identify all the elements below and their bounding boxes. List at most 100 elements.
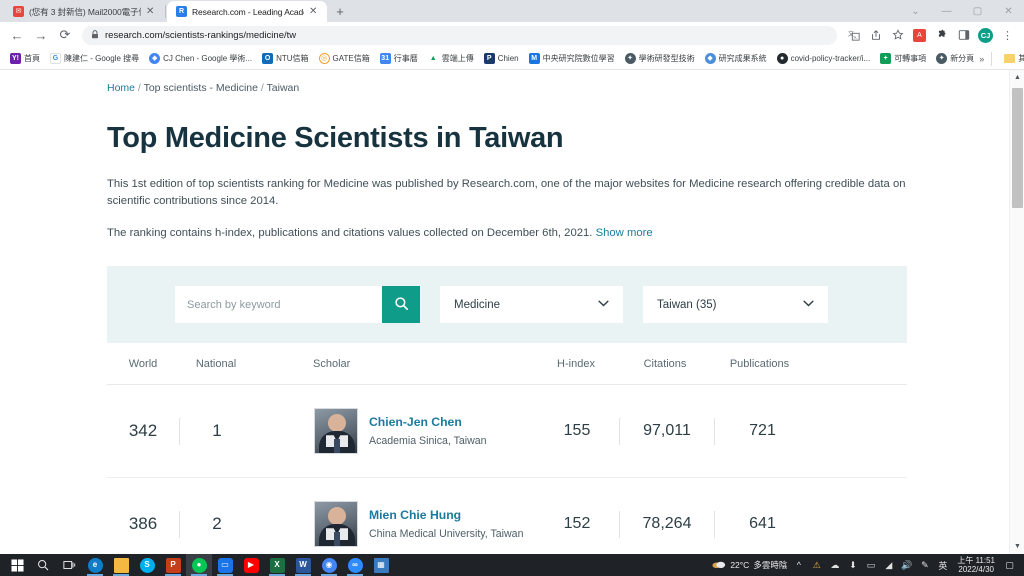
bookmark-item[interactable]: +可轉事項 xyxy=(875,50,931,68)
usb-icon[interactable]: ▭ xyxy=(864,558,877,573)
filter-bar: Medicine Taiwan (35) xyxy=(107,266,907,343)
windows-start-icon[interactable] xyxy=(4,554,30,576)
browser-tab-research[interactable]: R Research.com - Leading Academic R... ✕ xyxy=(167,1,327,22)
tab-strip: ✉ (您有 3 封新信) Mail2000電子信箱---c... ✕ R Res… xyxy=(0,0,1024,22)
column-header-national[interactable]: National xyxy=(179,358,253,370)
breadcrumb-separator: / xyxy=(258,82,267,94)
taskbar-app-zoom[interactable]: ∞ xyxy=(342,554,368,576)
chrome-menu-icon[interactable]: ⋮ xyxy=(997,25,1018,46)
bookmark-label: 學術研發型技術 xyxy=(639,53,695,64)
minimize-button[interactable]: — xyxy=(931,0,962,22)
globe-icon: ✦ xyxy=(625,53,636,64)
back-icon[interactable]: ← xyxy=(6,24,28,46)
new-tab-button[interactable]: + xyxy=(327,1,353,22)
bookmark-item[interactable]: Y!首頁 xyxy=(5,50,45,68)
table-row[interactable]: 342 1 Chien-Jen Chen Academia Sinica, Ta… xyxy=(107,385,907,478)
bookmark-item[interactable]: ●covid-policy-tracker/i... xyxy=(772,50,876,68)
taskbar-app-edge[interactable]: e xyxy=(82,554,108,576)
forward-icon[interactable]: → xyxy=(30,24,52,46)
page-title: Top Medicine Scientists in Taiwan xyxy=(107,121,927,156)
bookmark-item[interactable]: ◎GATE信箱 xyxy=(314,50,375,68)
column-header-publications[interactable]: Publications xyxy=(712,358,807,370)
taskbar-app-webex[interactable]: ▭ xyxy=(212,554,238,576)
taskbar-app-skype[interactable]: S xyxy=(134,554,160,576)
reload-icon[interactable]: ⟳ xyxy=(54,24,76,46)
tray-expand-icon[interactable]: ^ xyxy=(792,558,805,573)
bookmark-label: 研究成果系統 xyxy=(719,53,767,64)
share-icon[interactable] xyxy=(865,25,886,46)
scholar-name-link[interactable]: Chien-Jen Chen xyxy=(369,415,487,431)
settings-icon[interactable]: ✎ xyxy=(918,558,931,573)
chevron-down-icon[interactable]: ⌄ xyxy=(900,0,931,22)
taskbar-app-youtube[interactable]: ▶ xyxy=(238,554,264,576)
bookmark-item[interactable]: ✦學術研發型技術 xyxy=(620,50,700,68)
taskbar-clock[interactable]: 上午 11:51 2022/4/30 xyxy=(957,556,995,575)
notification-icon[interactable]: ▢ xyxy=(1003,558,1016,573)
breadcrumb-home-link[interactable]: Home xyxy=(107,82,135,94)
bookmark-item[interactable]: ◆CJ Chen - Google 學術... xyxy=(144,50,257,68)
taskbar-app-powerpoint[interactable]: P xyxy=(160,554,186,576)
avatar[interactable]: CJ xyxy=(975,25,996,46)
column-header-scholar[interactable]: Scholar xyxy=(253,358,534,370)
scholar-name-link[interactable]: Mien Chie Hung xyxy=(369,508,523,524)
ime-icon[interactable]: 英 xyxy=(936,558,949,573)
bookmark-label: 首頁 xyxy=(24,53,40,64)
scholar-affiliation: China Medical University, Taiwan xyxy=(369,528,523,540)
other-bookmarks-folder[interactable]: 其它書籤 xyxy=(999,50,1024,68)
maximize-button[interactable]: ▢ xyxy=(962,0,993,22)
pdf-extension-icon[interactable]: A xyxy=(909,25,930,46)
translate-icon[interactable]: 文A xyxy=(843,25,864,46)
bookmarks-bar: Y!首頁 G陳建仁 - Google 搜尋 ◆CJ Chen - Google … xyxy=(0,48,1024,70)
address-bar[interactable]: research.com/scientists-rankings/medicin… xyxy=(82,26,837,45)
search-button[interactable] xyxy=(382,286,420,323)
taskbar-app-word[interactable]: W xyxy=(290,554,316,576)
sidepanel-icon[interactable] xyxy=(953,25,974,46)
bookmark-item[interactable]: M中央研究院數位學習 xyxy=(524,50,620,68)
extensions-puzzle-icon[interactable] xyxy=(931,25,952,46)
bookmark-item[interactable]: PChien xyxy=(479,50,524,68)
taskbar-app-photos[interactable]: ▦ xyxy=(368,554,394,576)
bookmark-item[interactable]: 31行事曆 xyxy=(375,50,423,68)
volume-icon[interactable]: 🔊 xyxy=(900,558,913,573)
task-view-icon[interactable] xyxy=(56,554,82,576)
taskbar-app-chrome[interactable]: ◉ xyxy=(316,554,342,576)
network-icon[interactable]: ◢ xyxy=(882,558,895,573)
web-page: Home / Top scientists - Medicine / Taiwa… xyxy=(0,70,1009,554)
scroll-up-icon[interactable]: ▲ xyxy=(1010,70,1024,85)
citations-value: 78,264 xyxy=(620,515,714,533)
column-header-hindex[interactable]: H-index xyxy=(534,358,618,370)
discipline-select[interactable]: Medicine xyxy=(440,286,623,323)
page-scrollbar[interactable]: ▲ ▼ xyxy=(1009,70,1024,554)
overflow-chevron-icon[interactable]: » xyxy=(979,54,984,64)
taskbar-app-line[interactable]: ● xyxy=(186,554,212,576)
bookmark-item[interactable]: G陳建仁 - Google 搜尋 xyxy=(45,50,144,68)
bookmark-item[interactable]: ONTU信箱 xyxy=(257,50,313,68)
bookmark-label: 其它書籤 xyxy=(1018,53,1024,64)
close-icon[interactable]: ✕ xyxy=(309,7,320,17)
bookmark-label: GATE信箱 xyxy=(333,53,370,64)
bookmark-item[interactable]: ▲雲端上傳 xyxy=(423,50,479,68)
bookmark-item[interactable]: ✦新分頁 xyxy=(931,50,979,68)
weather-widget[interactable]: 22°C 多雲時陰 xyxy=(712,559,787,571)
show-more-link[interactable]: Show more xyxy=(596,227,653,239)
table-header-row: World National Scholar H-index Citations… xyxy=(107,343,907,385)
taskbar-app-file-explorer[interactable] xyxy=(108,554,134,576)
close-icon[interactable]: ✕ xyxy=(146,7,157,17)
browser-tab-mail[interactable]: ✉ (您有 3 封新信) Mail2000電子信箱---c... ✕ xyxy=(4,1,164,22)
bookmark-item[interactable]: ◆研究成果系統 xyxy=(700,50,772,68)
onedrive-icon[interactable]: ☁ xyxy=(828,558,841,573)
scroll-down-icon[interactable]: ▼ xyxy=(1010,539,1024,554)
column-header-citations[interactable]: Citations xyxy=(618,358,712,370)
search-input[interactable] xyxy=(175,286,382,323)
download-icon[interactable]: ⬇ xyxy=(846,558,859,573)
taskbar-search-icon[interactable] xyxy=(30,554,56,576)
scrollbar-thumb[interactable] xyxy=(1012,88,1023,208)
column-header-world[interactable]: World xyxy=(107,358,179,370)
warning-icon[interactable]: ⚠ xyxy=(810,558,823,573)
bookmark-star-icon[interactable] xyxy=(887,25,908,46)
taskbar-app-excel[interactable]: X xyxy=(264,554,290,576)
country-select[interactable]: Taiwan (35) xyxy=(643,286,828,323)
windows-taskbar: e S P ● ▭ ▶ X W ◉ ∞ ▦ 22°C 多雲時陰 ^ ⚠ ☁ ⬇ … xyxy=(0,554,1024,576)
table-row[interactable]: 386 2 Mien Chie Hung China Medical Unive… xyxy=(107,478,907,554)
close-window-button[interactable]: ✕ xyxy=(993,0,1024,22)
